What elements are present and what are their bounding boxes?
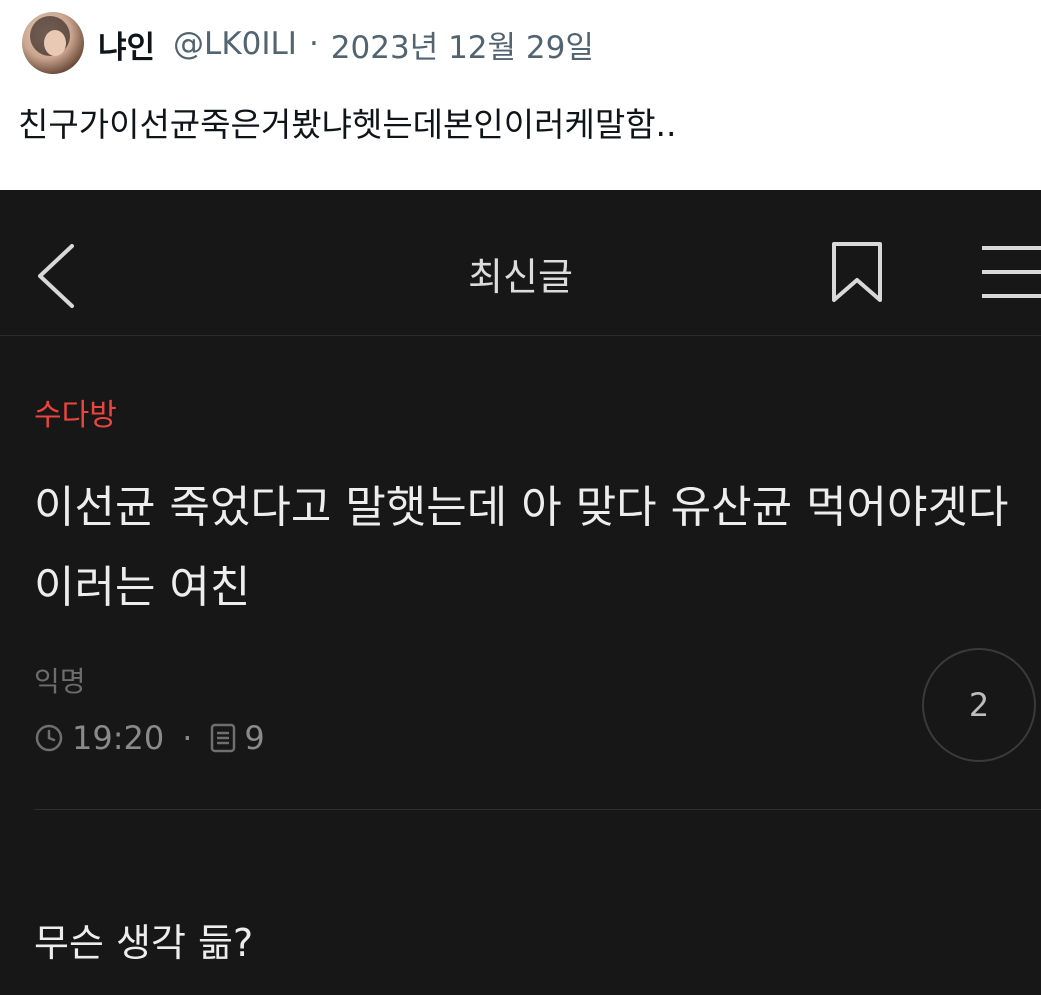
hamburger-icon [982, 246, 1041, 298]
comment-count-button[interactable]: 2 [922, 648, 1036, 762]
tweet-date[interactable]: 2023년 12월 29일 [331, 22, 594, 67]
post-body: 무슨 생각 듦? [34, 921, 254, 965]
separator-dot: · [308, 26, 319, 62]
user-handle[interactable]: @LK0ILI [173, 26, 297, 62]
post-time: 19:20 [72, 719, 165, 757]
divider [34, 809, 1041, 810]
post-category[interactable]: 수다방 [34, 390, 117, 434]
post-title: 이선균 죽었다고 말햇는데 아 맞다 유산균 먹어야겟다 이러는 여친 [34, 482, 1009, 613]
post-meta: 19:20 · 9 [34, 716, 265, 760]
post-views: 9 [244, 719, 265, 757]
bookmark-button[interactable] [830, 240, 884, 304]
app-screenshot: 최신글 수다방 이선균 죽었다고 말햇는데 아 맞다 유산균 먹어야겟다 이러는… [0, 190, 1041, 995]
menu-button[interactable] [980, 242, 1041, 302]
clock-icon [35, 724, 63, 752]
top-bar: 최신글 [0, 190, 1041, 336]
meta-separator: · [182, 719, 193, 757]
display-name[interactable]: 냐인 [98, 22, 155, 67]
bookmark-icon [832, 242, 882, 302]
page-title: 최신글 [468, 255, 573, 299]
tweet: 냐인 @LK0ILI · 2023년 12월 29일 친구가이선균죽은거봤냐헷는… [0, 0, 1041, 190]
avatar[interactable] [22, 12, 84, 74]
comment-count: 2 [968, 686, 990, 724]
views-icon [211, 723, 236, 753]
tweet-text: 친구가이선균죽은거봤냐헷는데본인이러케말함.. [18, 105, 677, 144]
tweet-header: 냐인 @LK0ILI · 2023년 12월 29일 [98, 22, 594, 66]
post-author: 익명 [34, 665, 86, 698]
